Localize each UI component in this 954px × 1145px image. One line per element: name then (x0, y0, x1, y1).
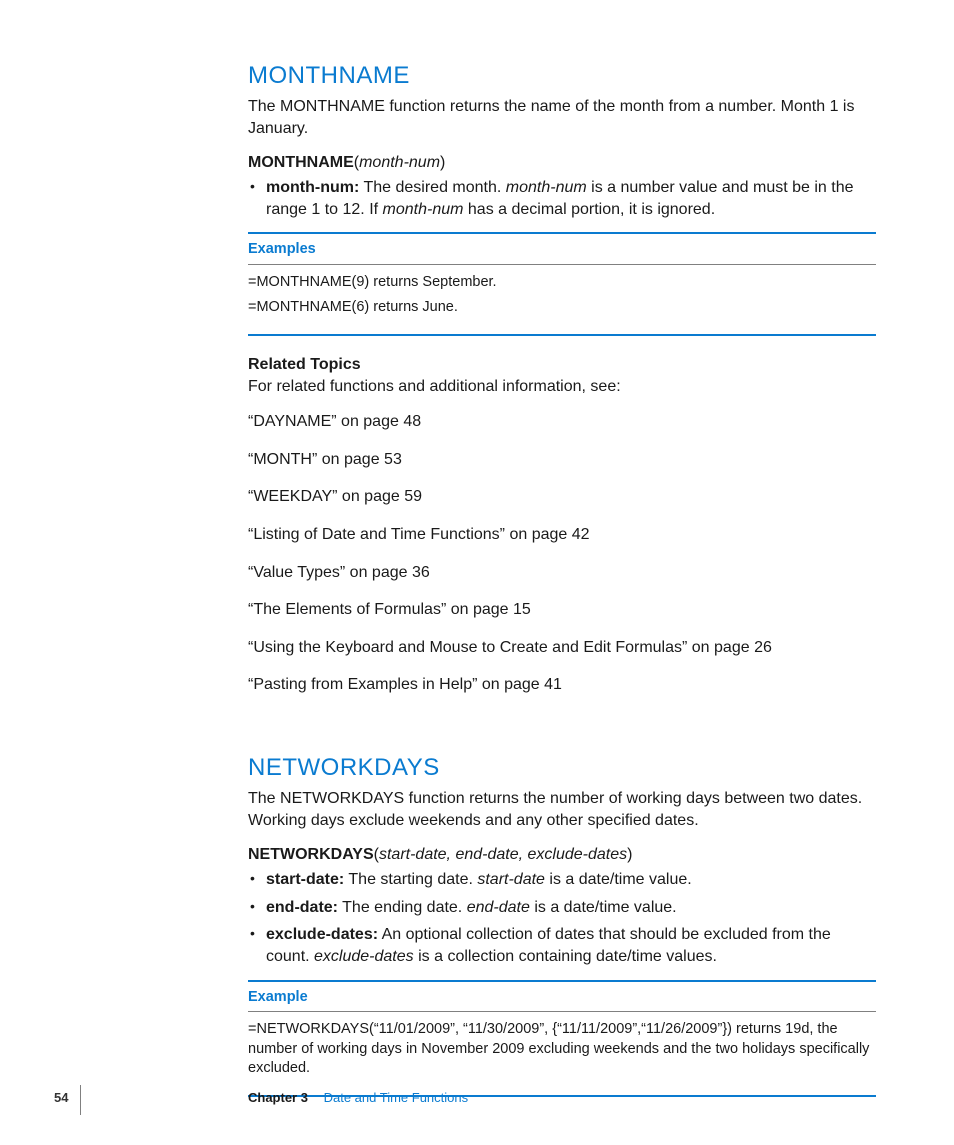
function-signature: MONTHNAME(month-num) (248, 152, 876, 174)
examples-box: Examples =MONTHNAME(9) returns September… (248, 232, 876, 336)
parameter-text: is a collection containing date/time val… (414, 948, 717, 965)
parameter-text: The ending date. (338, 899, 467, 916)
parameter-name: exclude-dates: (266, 926, 378, 943)
function-signature: NETWORKDAYS(start-date, end-date, exclud… (248, 844, 876, 866)
related-link: “DAYNAME” on page 48 (248, 411, 876, 433)
related-link: “Value Types” on page 36 (248, 562, 876, 584)
related-link: “Using the Keyboard and Mouse to Create … (248, 637, 876, 659)
signature-args: month-num (359, 154, 440, 171)
content-column: MONTHNAME The MONTHNAME function returns… (248, 60, 876, 1097)
chapter-word: Chapter 3 (248, 1090, 308, 1105)
signature-name: NETWORKDAYS (248, 846, 374, 863)
chapter-label: Chapter 3 Date and Time Functions (248, 1089, 468, 1107)
related-link: “Pasting from Examples in Help” on page … (248, 674, 876, 696)
examples-heading: Example (248, 988, 876, 1013)
section-intro: The MONTHNAME function returns the name … (248, 96, 876, 139)
parameter-name: start-date: (266, 871, 344, 888)
related-topics-heading: Related Topics (248, 354, 876, 376)
related-link: “MONTH” on page 53 (248, 449, 876, 471)
parameter-item: exclude-dates: An optional collection of… (248, 924, 876, 967)
parameter-text: is a date/time value. (530, 899, 677, 916)
parameter-ital: start-date (477, 871, 545, 888)
parameter-text: The desired month. (359, 179, 505, 196)
examples-box: Example =NETWORKDAYS(“11/01/2009”, “11/3… (248, 980, 876, 1097)
signature-name: MONTHNAME (248, 154, 354, 171)
parameter-ital: end-date (467, 899, 530, 916)
section-title-networkdays: NETWORKDAYS (248, 752, 876, 784)
example-line: =MONTHNAME(6) returns June. (248, 298, 876, 318)
parameter-text: has a decimal portion, it is ignored. (463, 201, 715, 218)
related-link: “The Elements of Formulas” on page 15 (248, 599, 876, 621)
parameter-text: is a date/time value. (545, 871, 692, 888)
parameter-ital: month-num (506, 179, 587, 196)
document-page: MONTHNAME The MONTHNAME function returns… (0, 0, 954, 1145)
related-topics-intro: For related functions and additional inf… (248, 376, 876, 398)
parameter-list: month-num: The desired month. month-num … (248, 177, 876, 220)
parameter-name: month-num: (266, 179, 359, 196)
example-line: =NETWORKDAYS(“11/01/2009”, “11/30/2009”,… (248, 1020, 876, 1079)
parameter-ital: exclude-dates (314, 948, 414, 965)
parameter-item: month-num: The desired month. month-num … (248, 177, 876, 220)
related-link: “WEEKDAY” on page 59 (248, 486, 876, 508)
parameter-text: The starting date. (344, 871, 477, 888)
parameter-list: start-date: The starting date. start-dat… (248, 869, 876, 967)
parameter-item: start-date: The starting date. start-dat… (248, 869, 876, 891)
parameter-ital: month-num (383, 201, 464, 218)
related-link: “Listing of Date and Time Functions” on … (248, 524, 876, 546)
signature-args: start-date, end-date, exclude-dates (379, 846, 627, 863)
example-line: =MONTHNAME(9) returns September. (248, 273, 876, 293)
page-footer: 54 Chapter 3 Date and Time Functions (0, 1089, 954, 1109)
parameter-item: end-date: The ending date. end-date is a… (248, 897, 876, 919)
examples-heading: Examples (248, 240, 876, 265)
chapter-title: Date and Time Functions (324, 1090, 469, 1105)
page-number: 54 (54, 1089, 68, 1107)
parameter-name: end-date: (266, 899, 338, 916)
section-title-monthname: MONTHNAME (248, 60, 876, 92)
section-intro: The NETWORKDAYS function returns the num… (248, 788, 876, 831)
